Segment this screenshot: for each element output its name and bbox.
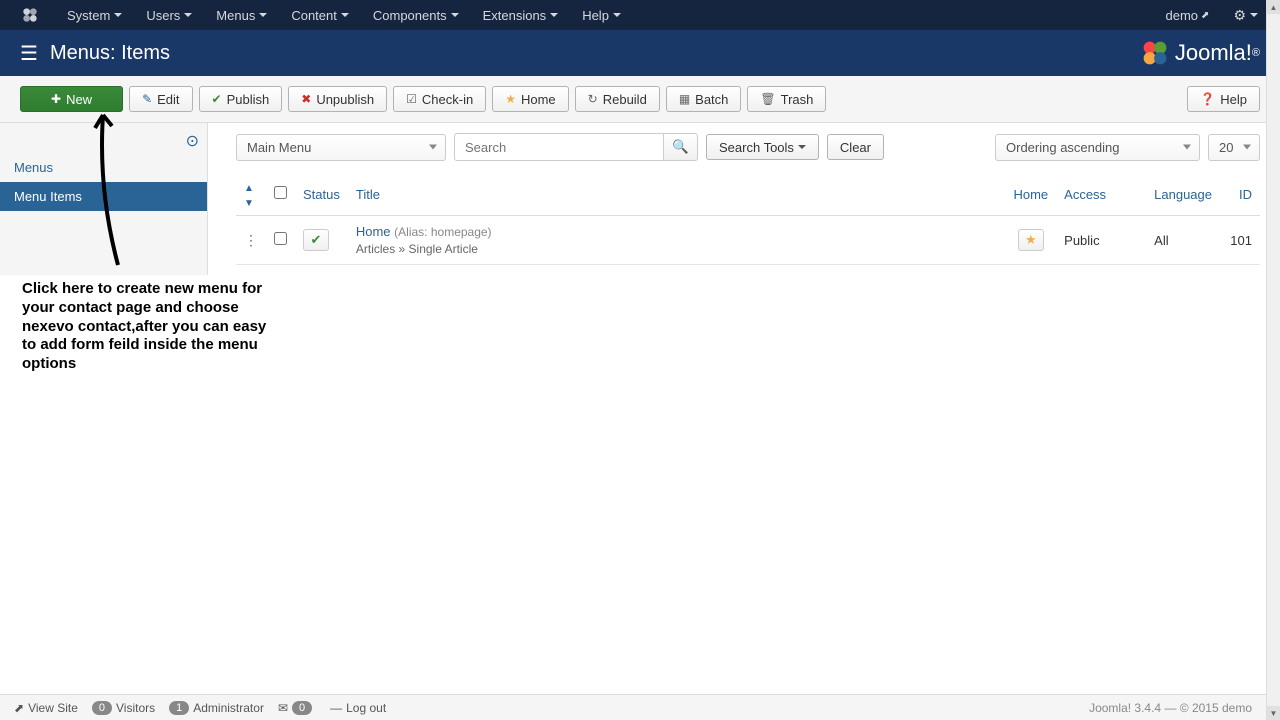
col-language[interactable]: Language (1146, 173, 1220, 216)
checkin-button[interactable]: ☑Check-in (393, 86, 486, 112)
search-button[interactable]: 🔍 (664, 133, 698, 161)
edit-icon: ✎ (142, 92, 152, 106)
nav-content[interactable]: Content (279, 0, 361, 30)
row-checkbox[interactable] (274, 232, 287, 245)
version-text: Joomla! 3.4.4 — © 2015 demo (1089, 701, 1252, 715)
batch-button[interactable]: ▦Batch (666, 86, 742, 112)
col-status[interactable]: Status (295, 173, 348, 216)
edit-button[interactable]: ✎Edit (129, 86, 192, 112)
checkbox-icon: ☑ (406, 92, 417, 106)
nav-system[interactable]: System (55, 0, 134, 30)
nav-help[interactable]: Help (570, 0, 633, 30)
mail-icon: ✉ (278, 701, 288, 715)
col-title[interactable]: Title (348, 173, 1006, 216)
nav-menus[interactable]: Menus (204, 0, 279, 30)
nav-extensions[interactable]: Extensions (471, 0, 571, 30)
item-id: 101 (1220, 216, 1260, 265)
col-order[interactable]: ▲▼ (236, 173, 266, 216)
page-title: ☰Menus: Items (20, 41, 170, 66)
joomla-logo: Joomla!® (1141, 39, 1260, 67)
admin-link[interactable]: 1Administrator (169, 701, 264, 715)
status-bar: ⬈View Site 0Visitors 1Administrator ✉0 —… (0, 694, 1266, 720)
col-id[interactable]: ID (1220, 173, 1260, 216)
new-button[interactable]: ✚New (20, 86, 123, 112)
visitors-link[interactable]: 0Visitors (92, 701, 155, 715)
home-toggle[interactable]: ★ (1018, 229, 1044, 251)
annotation-text: Click here to create new menu for your c… (22, 280, 272, 374)
drag-handle-icon[interactable]: ⋮ (244, 232, 258, 248)
col-access[interactable]: Access (1056, 173, 1146, 216)
sidebar: ⊙ Menus Menu Items (0, 123, 208, 275)
action-toolbar: ✚New ✎Edit ✔Publish ✖Unpublish ☑Check-in… (0, 76, 1280, 123)
sidebar-collapse-icon[interactable]: ⊙ (186, 131, 199, 151)
gear-icon: ⚙ (1233, 7, 1246, 24)
nav-settings[interactable]: ⚙ (1221, 0, 1270, 30)
external-link-icon: ⬈ (14, 701, 24, 715)
trash-button[interactable]: 🗑Trash (747, 86, 826, 112)
nav-components[interactable]: Components (361, 0, 471, 30)
search-icon: 🔍 (672, 139, 689, 155)
sidebar-item-menu-items[interactable]: Menu Items (0, 182, 207, 211)
trash-icon: 🗑 (760, 92, 775, 106)
item-access: Public (1056, 216, 1146, 265)
messages-link[interactable]: ✉0 (278, 701, 316, 715)
help-button[interactable]: ❓Help (1187, 86, 1260, 112)
search-tools-button[interactable]: Search Tools (706, 134, 819, 160)
content-area: Main Menu 🔍 Search Tools Clear Ordering … (208, 123, 1280, 275)
view-site-link[interactable]: ⬈View Site (14, 701, 78, 715)
clear-button[interactable]: Clear (827, 134, 884, 160)
cancel-icon: ✖ (301, 92, 311, 106)
list-icon: ☰ (20, 41, 38, 66)
menu-select[interactable]: Main Menu (236, 134, 446, 161)
check-icon: ✔ (311, 232, 322, 248)
search-input[interactable] (454, 133, 664, 161)
nav-user[interactable]: demo⬈ (1154, 0, 1222, 30)
unpublish-button[interactable]: ✖Unpublish (288, 86, 387, 112)
item-alias: (Alias: homepage) (394, 225, 491, 239)
col-checkall[interactable] (266, 173, 295, 216)
external-link-icon: ⬈ (1201, 10, 1209, 21)
browser-scrollbar[interactable]: ▲ ▼ (1266, 0, 1280, 720)
star-icon: ★ (505, 92, 516, 106)
item-language: All (1146, 216, 1220, 265)
nav-users[interactable]: Users (134, 0, 204, 30)
col-home[interactable]: Home (1005, 173, 1056, 216)
checkall-checkbox[interactable] (274, 186, 287, 199)
limit-select[interactable]: 20 (1208, 134, 1260, 161)
publish-button[interactable]: ✔Publish (199, 86, 283, 112)
check-icon: ✔ (212, 92, 222, 106)
batch-icon: ▦ (679, 92, 690, 106)
item-meta: Articles » Single Article (356, 242, 998, 256)
page-header: ☰Menus: Items Joomla!® (0, 30, 1280, 76)
logout-link[interactable]: —Log out (330, 701, 386, 715)
top-navbar: System Users Menus Content Components Ex… (0, 0, 1280, 30)
status-toggle[interactable]: ✔ (303, 229, 329, 251)
joomla-menu-icon[interactable] (10, 0, 55, 30)
scroll-up-icon[interactable]: ▲ (1267, 0, 1280, 14)
scroll-down-icon[interactable]: ▼ (1267, 706, 1280, 720)
sort-icon: ▲▼ (244, 183, 254, 209)
sidebar-item-menus[interactable]: Menus (0, 153, 207, 182)
filter-bar: Main Menu 🔍 Search Tools Clear Ordering … (236, 133, 1260, 161)
home-button[interactable]: ★Home (492, 86, 568, 112)
star-icon: ★ (1025, 232, 1037, 248)
plus-icon: ✚ (51, 92, 61, 106)
item-title-link[interactable]: Home (356, 224, 391, 239)
rebuild-button[interactable]: ↻Rebuild (575, 86, 660, 112)
table-row: ⋮ ✔ Home (Alias: homepage) Articles » Si… (236, 216, 1260, 265)
refresh-icon: ↻ (588, 92, 598, 106)
ordering-select[interactable]: Ordering ascending (995, 134, 1200, 161)
help-icon: ❓ (1200, 92, 1215, 106)
items-table: ▲▼ Status Title Home Access Language ID … (236, 173, 1260, 265)
